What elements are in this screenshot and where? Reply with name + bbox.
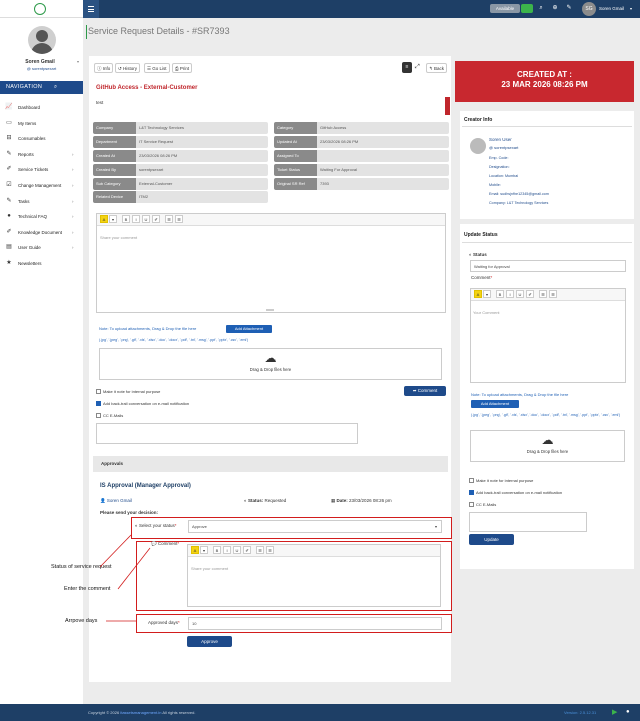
clear-format-icon[interactable]: ✐ bbox=[526, 290, 534, 298]
creator-email: Email: sudhsjnfhe12345@gmail.com bbox=[489, 192, 549, 196]
update-heading: Update Status bbox=[464, 232, 498, 238]
update-drop-zone[interactable]: ☁ Drag & Drop files here bbox=[470, 430, 625, 462]
creator-company: Company: L&T Technology Services bbox=[489, 201, 549, 205]
update-cc-input[interactable] bbox=[469, 512, 587, 532]
update-button[interactable]: Update bbox=[469, 534, 514, 545]
creator-empcode: Emp. Code: bbox=[489, 156, 509, 160]
italic-icon[interactable]: I bbox=[506, 290, 514, 298]
bullet-list-icon[interactable]: ☰ bbox=[539, 290, 547, 298]
update-drop-label: Drag & Drop files here bbox=[526, 449, 569, 454]
creator-info-card: Creator Info Soren User @ sorentpsexart … bbox=[460, 111, 634, 219]
update-comment-placeholder[interactable]: Your Comment bbox=[473, 310, 500, 315]
footer: Copyright © 2026 itassetsmanagement.in A… bbox=[0, 704, 640, 721]
bold-icon[interactable]: B bbox=[496, 290, 504, 298]
update-status-label: ◐ Status bbox=[469, 252, 487, 257]
footer-link[interactable]: itassetsmanagement.in bbox=[120, 710, 161, 715]
highlight-icon[interactable]: A bbox=[474, 290, 482, 298]
update-file-types: (.jpg', '.jpeg', '.png', '.gif', '.xls',… bbox=[471, 413, 621, 417]
numbered-list-icon[interactable]: ☰ bbox=[549, 290, 557, 298]
copyright: Copyright © 2026 itassetsmanagement.in A… bbox=[88, 710, 196, 715]
creator-avatar bbox=[470, 138, 486, 154]
update-internal-checkbox[interactable] bbox=[469, 478, 474, 483]
update-addback-checkbox[interactable] bbox=[469, 490, 474, 495]
update-add-attachment-button[interactable]: Add Attachment bbox=[471, 400, 519, 408]
creator-location: Location: Mumbai bbox=[489, 174, 519, 178]
cloud-upload-icon: ☁ bbox=[541, 433, 554, 447]
update-upload-note: Note: To upload attachments, Drag & Drop… bbox=[471, 392, 569, 397]
update-internal-label: Make it note for internal purpose bbox=[476, 478, 534, 483]
update-addback-label: Add back-trail conversation on e-mail no… bbox=[476, 490, 563, 495]
play-store-icon[interactable]: ▶ bbox=[612, 704, 617, 721]
update-cc-checkbox[interactable] bbox=[469, 502, 474, 507]
update-cc-label: CC E-Mails bbox=[476, 502, 497, 507]
update-status-select[interactable]: Waiting for Approval bbox=[470, 260, 626, 272]
creator-designation: Designation: bbox=[489, 165, 510, 169]
creator-handle: @ sorentpsexart bbox=[489, 145, 519, 150]
apple-icon[interactable]: ● bbox=[626, 704, 630, 721]
creator-heading: Creator Info bbox=[464, 117, 493, 123]
editor-toolbar bbox=[471, 289, 625, 301]
dropdown-icon[interactable]: ▾ bbox=[483, 290, 491, 298]
creator-name: Soren User bbox=[489, 137, 512, 142]
creator-mobile: Mobile: bbox=[489, 183, 501, 187]
version: Version: 2.5.12.31 bbox=[564, 710, 597, 715]
update-comment-label: Comment* bbox=[471, 275, 493, 280]
underline-icon[interactable]: U bbox=[516, 290, 524, 298]
created-at-banner: CREATED AT : 23 MAR 2026 08:26 PM bbox=[455, 61, 634, 102]
update-comment-editor[interactable] bbox=[470, 288, 626, 383]
update-status-card: Update Status ◐ Status Waiting for Appro… bbox=[460, 224, 634, 569]
